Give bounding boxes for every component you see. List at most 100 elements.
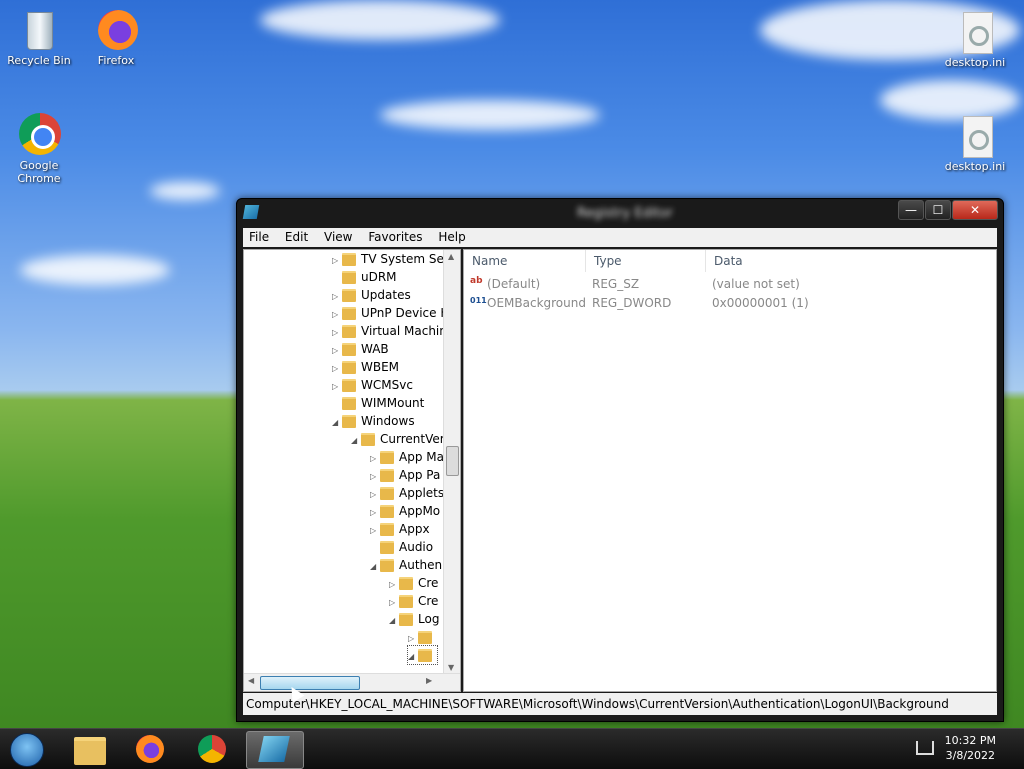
folder-icon [361, 433, 375, 446]
tree-item[interactable]: ▷ [408, 628, 437, 646]
scroll-left-arrow[interactable]: ◀ [248, 676, 254, 685]
tree-item[interactable]: ▷ WCMSvc [332, 376, 413, 394]
folder-icon [380, 541, 394, 554]
expanded-arrow-icon[interactable]: ◢ [332, 414, 342, 432]
tree-item[interactable]: ▷ Cre [389, 574, 438, 592]
close-button[interactable]: ✕ [952, 200, 998, 220]
menu-file[interactable]: File [243, 228, 275, 247]
firefox-icon [94, 8, 138, 52]
tree-horizontal-scrollbar[interactable]: ◀ ▶ [244, 673, 460, 691]
tree-item[interactable]: ▷ Cre [389, 592, 438, 610]
clock-time: 10:32 PM [944, 734, 996, 747]
value-data: (value not set) [712, 277, 800, 291]
tree-item[interactable]: Audio [370, 538, 433, 556]
window-title: Registry Editor [577, 206, 673, 221]
dword-value-icon: 011 [470, 296, 487, 305]
tree-item-label: Log [418, 612, 440, 626]
folder-icon [399, 595, 413, 608]
expanded-arrow-icon[interactable]: ◢ [370, 558, 380, 576]
tree-item[interactable]: ▷ Updates [332, 286, 411, 304]
start-button[interactable] [2, 731, 52, 767]
tree-item[interactable]: ▷ WAB [332, 340, 389, 358]
registry-tree-pane[interactable]: ▷ TV System Ser uDRM ▷ Updates ▷ UPnP Device H… [243, 249, 461, 692]
desktop-icon-recycle-bin[interactable]: Recycle Bin [3, 8, 75, 67]
tree-item[interactable]: ▷ TV System Ser [332, 250, 449, 268]
column-header-name[interactable]: Name [464, 250, 586, 272]
folder-icon [342, 415, 356, 428]
tree-item[interactable]: ▷ Applets [370, 484, 444, 502]
scroll-up-arrow[interactable]: ▲ [448, 252, 454, 261]
tree-item[interactable]: ▷ Virtual Machin [332, 322, 447, 340]
menu-help[interactable]: Help [432, 228, 471, 247]
title-bar[interactable]: Registry Editor — ☐ ✕ [237, 199, 1003, 227]
scroll-thumb[interactable] [446, 446, 459, 476]
taskbar-firefox[interactable] [122, 731, 178, 767]
desktop-icon-firefox[interactable]: Firefox [80, 8, 152, 67]
value-row[interactable]: ab (Default) REG_SZ (value not set) [464, 275, 994, 293]
folder-icon [380, 559, 394, 572]
tree-item-label: App Pa [399, 468, 441, 482]
folder-icon [342, 361, 356, 374]
tree-item-label: UPnP Device H [361, 306, 450, 320]
value-row[interactable]: 011 OEMBackground REG_DWORD 0x00000001 (… [464, 294, 994, 312]
string-value-icon: ab [470, 276, 483, 286]
folder-icon [342, 325, 356, 338]
expanded-arrow-icon[interactable]: ◢ [389, 612, 399, 630]
registry-values-pane[interactable]: Name Type Data ab (Default) REG_SZ (valu… [463, 249, 997, 692]
recycle-bin-icon [17, 8, 61, 52]
folder-icon [418, 649, 432, 662]
tree-item[interactable]: WIMMount [332, 394, 424, 412]
status-bar-path: Computer\HKEY_LOCAL_MACHINE\SOFTWARE\Mic… [243, 693, 997, 715]
maximize-button[interactable]: ☐ [925, 200, 951, 220]
tree-item-label: Appx [399, 522, 430, 536]
column-header-data[interactable]: Data [706, 250, 996, 272]
folder-icon [399, 613, 413, 626]
menu-view[interactable]: View [318, 228, 358, 247]
tree-item[interactable]: ◢ [407, 645, 438, 666]
tree-item[interactable]: ▷ App Ma [370, 448, 444, 466]
desktop-icon-chrome[interactable]: Google Chrome [3, 113, 75, 185]
value-name: (Default) [487, 277, 541, 291]
tree-item[interactable]: ▷ WBEM [332, 358, 399, 376]
registry-editor-window: Registry Editor — ☐ ✕ File Edit View Fav… [236, 198, 1004, 722]
tree-item-label: CurrentVer [380, 432, 445, 446]
tree-item[interactable]: ◢ Windows [332, 412, 415, 430]
column-header-type[interactable]: Type [586, 250, 706, 272]
scroll-thumb[interactable] [260, 676, 360, 690]
expanded-arrow-icon[interactable]: ◢ [408, 648, 418, 666]
system-clock[interactable]: 10:32 PM 3/8/2022 [945, 733, 996, 763]
tree-item[interactable]: ◢ CurrentVer [351, 430, 445, 448]
tree-item-label: AppMo [399, 504, 441, 518]
taskbar-regedit[interactable] [246, 731, 304, 769]
tree-item-label: WBEM [361, 360, 400, 374]
tree-item[interactable]: uDRM [332, 268, 397, 286]
tree-item[interactable]: ◢ Authen [370, 556, 442, 574]
tree-item[interactable]: ◢ Log [389, 610, 439, 628]
folder-icon [74, 737, 106, 765]
value-name: OEMBackground [487, 296, 586, 310]
taskbar-explorer[interactable] [62, 731, 118, 767]
desktop-icon-desktop-ini-1[interactable]: desktop.ini [939, 10, 1011, 69]
cloud [380, 100, 600, 130]
tree-item[interactable]: ▷ AppMo [370, 502, 440, 520]
tree-vertical-scrollbar[interactable]: ▲ ▼ [443, 250, 460, 674]
scroll-down-arrow[interactable]: ▼ [448, 663, 454, 672]
folder-icon [380, 451, 394, 464]
menu-favorites[interactable]: Favorites [362, 228, 428, 247]
folder-icon [380, 487, 394, 500]
minimize-button[interactable]: — [898, 200, 924, 220]
taskbar-chrome[interactable] [184, 731, 240, 767]
expanded-arrow-icon[interactable]: ◢ [351, 432, 361, 450]
scroll-right-arrow[interactable]: ▶ [426, 676, 432, 685]
folder-icon [380, 505, 394, 518]
network-icon[interactable] [916, 741, 934, 755]
tree-item-label: Virtual Machin [361, 324, 447, 338]
menu-edit[interactable]: Edit [279, 228, 314, 247]
tree-item-label: Audio [399, 540, 434, 554]
desktop-icon-desktop-ini-2[interactable]: desktop.ini [939, 114, 1011, 173]
tree-item[interactable]: ▷ App Pa [370, 466, 440, 484]
tree-item[interactable]: ▷ UPnP Device H [332, 304, 449, 322]
desktop-icon-label: desktop.ini [944, 160, 1006, 173]
tree-item[interactable]: ▷ Appx [370, 520, 430, 538]
firefox-icon [136, 735, 164, 763]
